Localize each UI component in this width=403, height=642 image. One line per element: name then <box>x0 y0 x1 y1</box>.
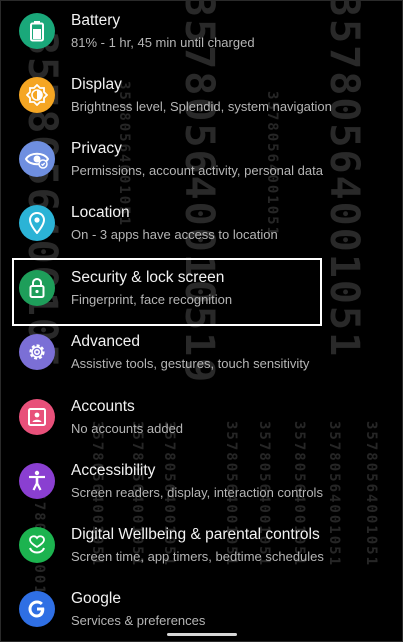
settings-item-accessibility[interactable]: Accessibility Screen readers, display, i… <box>1 451 402 515</box>
privacy-eye-icon <box>19 141 55 177</box>
accessibility-icon <box>19 463 55 499</box>
settings-item-subtitle: Permissions, account activity, personal … <box>71 163 323 178</box>
settings-item-title: Advanced <box>71 333 140 350</box>
settings-item-title: Battery <box>71 12 121 29</box>
gear-icon <box>19 334 55 370</box>
selection-highlight-box <box>12 258 322 326</box>
settings-item-privacy[interactable]: Privacy Permissions, account activity, p… <box>1 129 402 193</box>
settings-item-title: Privacy <box>71 140 122 157</box>
settings-item-subtitle: Screen time, app timers, bedtime schedul… <box>71 549 324 564</box>
settings-item-title: Digital Wellbeing & parental controls <box>71 526 320 543</box>
brightness-icon <box>19 77 55 113</box>
settings-item-subtitle: Screen readers, display, interaction con… <box>71 485 323 500</box>
settings-item-title: Location <box>71 204 130 221</box>
settings-item-battery[interactable]: Battery 81% - 1 hr, 45 min until charged <box>1 1 402 65</box>
google-icon <box>19 591 55 627</box>
settings-item-subtitle: Assistive tools, gestures, touch sensiti… <box>71 356 310 371</box>
settings-item-title: Google <box>71 590 121 607</box>
settings-item-subtitle: Brightness level, Splendid, system navig… <box>71 99 332 114</box>
settings-item-display[interactable]: Display Brightness level, Splendid, syst… <box>1 65 402 129</box>
settings-item-title: Accessibility <box>71 462 156 479</box>
settings-item-location[interactable]: Location On - 3 apps have access to loca… <box>1 193 402 257</box>
wellbeing-heart-icon <box>19 527 55 563</box>
settings-item-subtitle: 81% - 1 hr, 45 min until charged <box>71 35 255 50</box>
settings-item-advanced[interactable]: Advanced Assistive tools, gestures, touc… <box>1 322 402 386</box>
gesture-navigation-handle[interactable] <box>167 633 237 636</box>
settings-item-title: Display <box>71 76 122 93</box>
settings-item-accounts[interactable]: Accounts No accounts added <box>1 387 402 451</box>
settings-item-subtitle: Services & preferences <box>71 613 206 628</box>
settings-item-subtitle: No accounts added <box>71 421 184 436</box>
battery-icon <box>19 13 55 49</box>
location-pin-icon <box>19 205 55 241</box>
settings-screen: 35780564001051 357805640010519 357805640… <box>0 0 403 642</box>
settings-item-title: Accounts <box>71 398 135 415</box>
settings-item-subtitle: On - 3 apps have access to location <box>71 227 278 242</box>
settings-item-digital-wellbeing[interactable]: Digital Wellbeing & parental controls Sc… <box>1 515 402 579</box>
account-card-icon <box>19 399 55 435</box>
